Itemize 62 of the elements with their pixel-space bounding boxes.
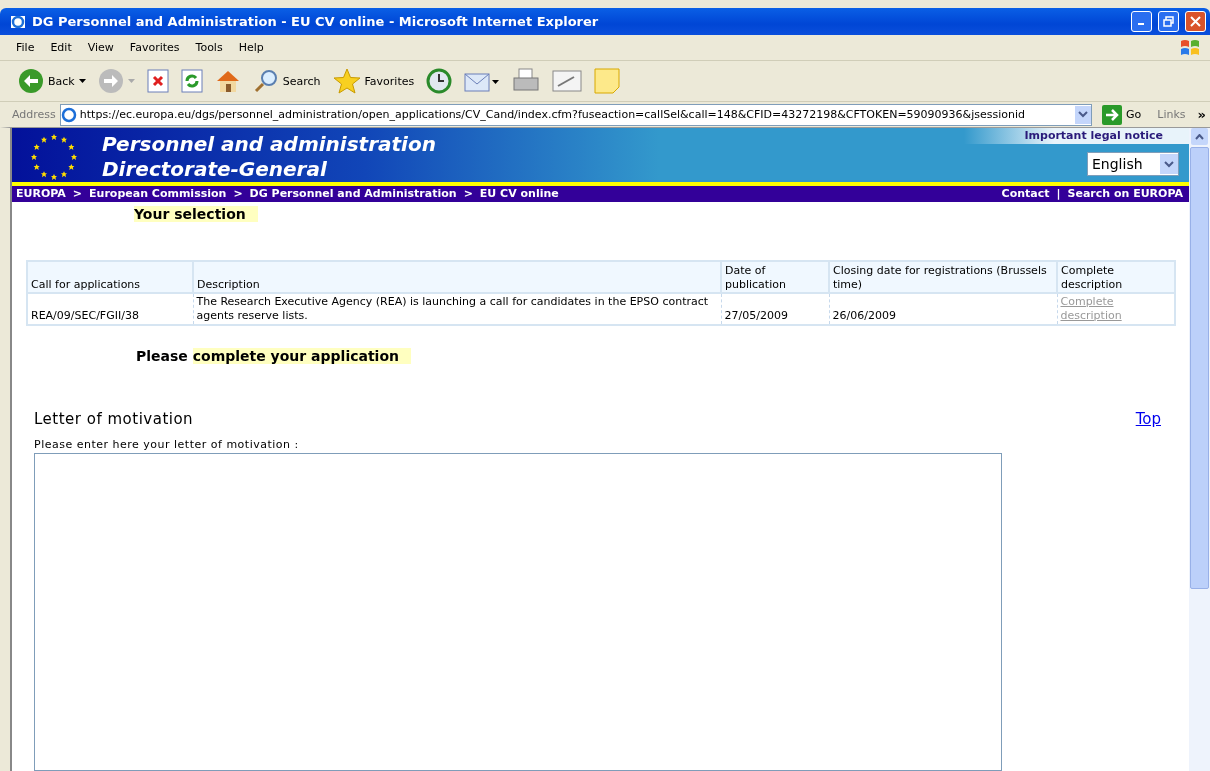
top-link[interactable]: Top	[1135, 409, 1161, 428]
site-title: Personnel and administration	[102, 132, 436, 157]
restore-button[interactable]	[1158, 11, 1179, 32]
menu-item[interactable]: Edit	[42, 41, 80, 54]
stop-icon	[146, 69, 169, 93]
star-icon	[332, 68, 361, 94]
column-header: Description	[193, 260, 721, 293]
legal-notice-link[interactable]: Important legal notice	[964, 128, 1189, 144]
search-button[interactable]: Search	[250, 66, 323, 96]
edit-button[interactable]	[550, 67, 585, 95]
menu-item[interactable]: File	[8, 41, 43, 54]
printer-icon	[512, 68, 541, 94]
language-select[interactable]: English	[1087, 152, 1179, 176]
letter-heading: Letter of motivation	[34, 409, 194, 428]
column-header: Closing date for registrations (Brussels time)	[829, 260, 1057, 293]
menu-item[interactable]: Help	[230, 41, 272, 54]
favorites-button[interactable]: Favorites	[330, 66, 417, 96]
back-button[interactable]: Back	[16, 66, 88, 96]
nav-link[interactable]: Search on EUROPA	[1067, 187, 1183, 201]
field-label: Please enter here your letter of motivation :	[33, 436, 300, 451]
site-subtitle: Directorate-General	[102, 157, 328, 182]
restore-icon	[1163, 16, 1174, 27]
refresh-icon	[180, 69, 203, 93]
breadcrumb-separator: >	[232, 187, 244, 201]
close-icon	[1190, 16, 1201, 27]
refresh-button[interactable]	[178, 67, 205, 95]
more-chevron[interactable]: »	[1197, 107, 1206, 122]
clock-icon	[426, 68, 453, 94]
links-label[interactable]: Links	[1157, 108, 1186, 121]
stop-button[interactable]	[144, 67, 171, 95]
window-title: DG Personnel and Administration - EU CV online - Microsoft Internet Explorer	[32, 14, 600, 29]
go-button[interactable]: Go	[1096, 104, 1154, 125]
scroll-up-icon[interactable]	[1195, 133, 1204, 140]
menu-item[interactable]: View	[79, 41, 122, 54]
close-button[interactable]	[1185, 11, 1206, 32]
address-field[interactable]: https://ec.europa.eu/dgs/personnel_administration/open_applications/CV_Cand/index.cfm?fuseaction=callSel&call=148&CFID=43272198&CFTOKEN=59090936&jsessionid	[59, 103, 1093, 126]
nav-separator: |	[1055, 187, 1062, 201]
breadcrumb-separator: >	[71, 187, 84, 201]
nav-link[interactable]: Contact	[1001, 187, 1050, 201]
browser-logo-icon	[10, 13, 26, 30]
breadcrumb-link[interactable]: EU CV online	[479, 187, 559, 201]
column-header: Call for applications	[27, 260, 193, 293]
table-cell: The Research Executive Agency (REA) is launching a call for candidates in the EPSO contract agents reserve lists.	[193, 292, 721, 325]
edit-icon	[552, 69, 583, 93]
search-icon	[252, 68, 279, 94]
minimize-button[interactable]	[1131, 11, 1152, 32]
breadcrumb-link[interactable]: EUROPA	[16, 187, 66, 201]
column-header: Complete description	[1057, 260, 1175, 293]
dropdown-arrow-icon[interactable]	[78, 79, 86, 83]
breadcrumb-link[interactable]: DG Personnel and Administration	[249, 187, 457, 201]
address-label: Address	[12, 108, 56, 121]
menu-item[interactable]: Favorites	[121, 41, 188, 54]
column-header: Date of publication	[721, 260, 829, 293]
section-heading: Please complete your application	[26, 347, 1175, 364]
breadcrumb-separator: >	[462, 187, 474, 201]
menu-item[interactable]: Tools	[187, 41, 231, 54]
section-heading: Your selection	[26, 205, 1175, 222]
scrollbar[interactable]	[1189, 128, 1210, 771]
page-icon	[60, 106, 77, 123]
note-icon	[594, 68, 621, 94]
windows-flag-icon	[1180, 38, 1200, 57]
breadcrumb-link[interactable]: European Commission	[89, 187, 227, 201]
